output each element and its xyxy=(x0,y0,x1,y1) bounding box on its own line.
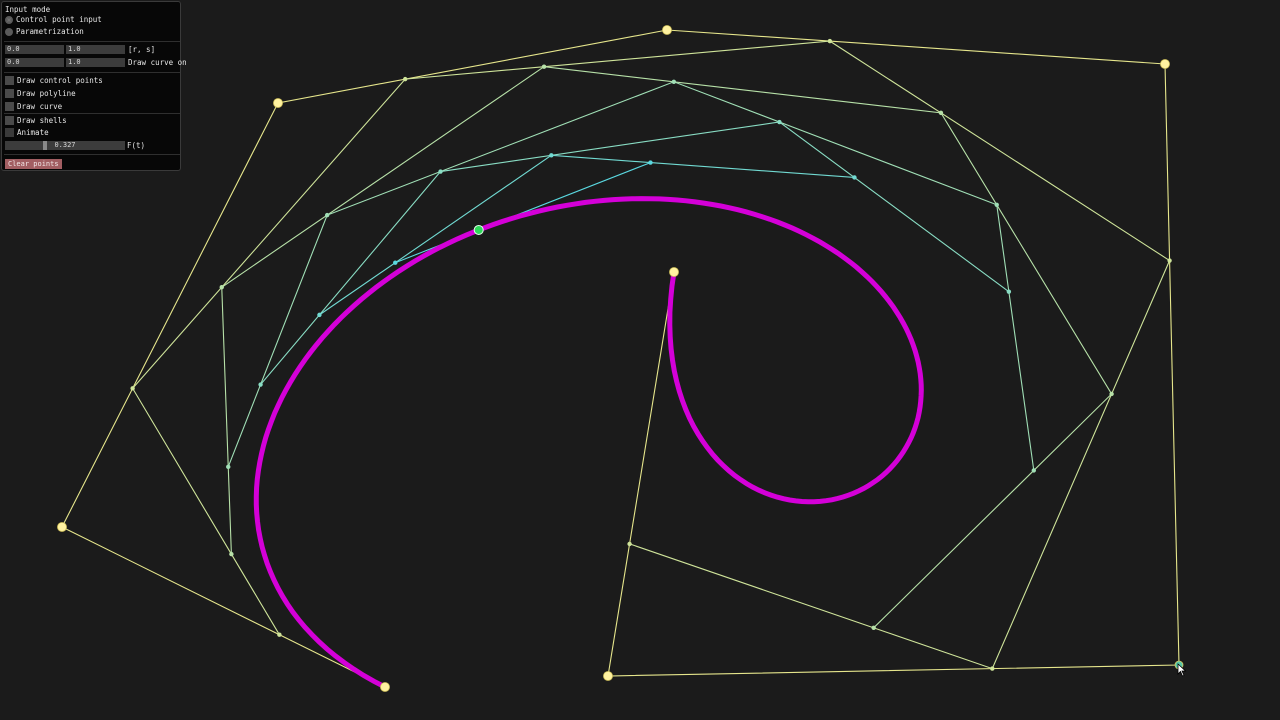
shell-point xyxy=(130,386,135,391)
shell-point xyxy=(549,153,554,158)
shell-point xyxy=(990,666,995,671)
shell-point xyxy=(229,551,234,557)
shell-point xyxy=(438,169,443,174)
shell-point xyxy=(403,76,408,82)
toggle-label: Draw shells xyxy=(17,115,67,125)
control-point[interactable] xyxy=(603,671,613,681)
control-point[interactable] xyxy=(273,98,283,108)
draw-r-input[interactable]: 0.0 xyxy=(5,58,64,67)
toggle-draw-curve[interactable]: Draw curve xyxy=(5,102,62,111)
shell-point xyxy=(1006,289,1012,294)
control-point[interactable] xyxy=(380,682,390,692)
mode-label: Control point input xyxy=(16,15,102,25)
control-polygon xyxy=(61,29,1180,688)
checkbox-icon[interactable] xyxy=(5,89,14,98)
checkbox-icon[interactable] xyxy=(5,76,14,85)
control-point[interactable] xyxy=(669,267,679,277)
shell-point xyxy=(777,119,782,125)
shell-point xyxy=(226,464,231,470)
toggle-label: Draw polyline xyxy=(17,88,76,98)
shell-point xyxy=(258,382,263,387)
toggle-label: Draw control points xyxy=(17,75,103,85)
toggle-draw-polyline[interactable]: Draw polyline xyxy=(5,89,76,98)
range-label: [r, s] xyxy=(128,44,156,54)
shell-point xyxy=(1031,468,1037,473)
shell-point xyxy=(852,175,857,180)
clear-points-button[interactable]: Clear points xyxy=(5,159,62,169)
control-point[interactable] xyxy=(1160,59,1170,69)
shell-point xyxy=(324,212,330,218)
shell-point xyxy=(541,64,547,69)
arrow-cursor-icon xyxy=(1177,663,1187,677)
shell-polylines xyxy=(61,29,1180,688)
shell-point xyxy=(627,541,632,547)
range-row: 0.0 1.0 [r, s] xyxy=(5,45,155,54)
drawing-canvas[interactable] xyxy=(0,0,1280,720)
mode-label: Parametrization xyxy=(16,27,84,37)
divider xyxy=(4,41,180,42)
current-curve-point xyxy=(473,224,484,235)
divider xyxy=(4,72,180,73)
radio-icon[interactable] xyxy=(5,28,13,36)
shell-polyline xyxy=(395,162,651,264)
mode-control-point-input[interactable]: Control point input xyxy=(5,16,102,24)
shell-polyline xyxy=(319,154,855,316)
range-s-input[interactable]: 1.0 xyxy=(66,45,125,54)
checkbox-icon[interactable] xyxy=(5,116,14,125)
shell-point xyxy=(827,38,833,44)
input-mode-heading: Input mode xyxy=(5,5,51,14)
control-panel: Input mode Control point input Parametri… xyxy=(1,1,187,171)
mode-parametrization[interactable]: Parametrization xyxy=(5,28,84,36)
shell-point xyxy=(871,625,876,631)
draw-range-label: Draw curve on xyxy=(128,57,187,67)
shell-point xyxy=(1109,391,1114,397)
control-point[interactable] xyxy=(662,25,672,35)
divider xyxy=(4,113,180,114)
shell-point xyxy=(938,110,944,116)
shell-point xyxy=(1167,258,1172,263)
toggle-draw-shells[interactable]: Draw shells xyxy=(5,116,67,125)
toggle-label: Draw curve xyxy=(17,101,63,111)
checkbox-icon[interactable] xyxy=(5,128,14,137)
shell-points xyxy=(130,38,1172,671)
control-points[interactable] xyxy=(57,25,1184,692)
shell-point xyxy=(317,312,322,318)
slider-value: 0.327 xyxy=(54,141,76,149)
toggle-animate[interactable]: Animate xyxy=(5,128,49,137)
shell-point xyxy=(219,285,224,290)
shell-point xyxy=(393,260,398,265)
shell-point xyxy=(648,160,653,165)
shell-polyline xyxy=(227,81,1035,471)
divider xyxy=(4,154,180,155)
shell-point xyxy=(671,79,677,84)
toggle-draw-control-points[interactable]: Draw control points xyxy=(5,76,103,85)
shell-polyline xyxy=(221,66,1113,629)
draw-range-row: 0.0 1.0 Draw curve on xyxy=(5,58,187,67)
control-point[interactable] xyxy=(57,522,67,532)
slider-label: F(t) xyxy=(127,141,146,150)
shell-polyline xyxy=(131,40,1171,670)
shell-point xyxy=(994,202,999,207)
checkbox-icon[interactable] xyxy=(5,102,14,111)
shell-point xyxy=(277,632,282,637)
draw-s-input[interactable]: 1.0 xyxy=(66,58,125,67)
range-r-input[interactable]: 0.0 xyxy=(5,45,64,54)
parameter-slider[interactable]: 0.327 xyxy=(5,141,125,150)
toggle-label: Animate xyxy=(17,127,49,137)
radio-icon[interactable] xyxy=(5,16,13,24)
